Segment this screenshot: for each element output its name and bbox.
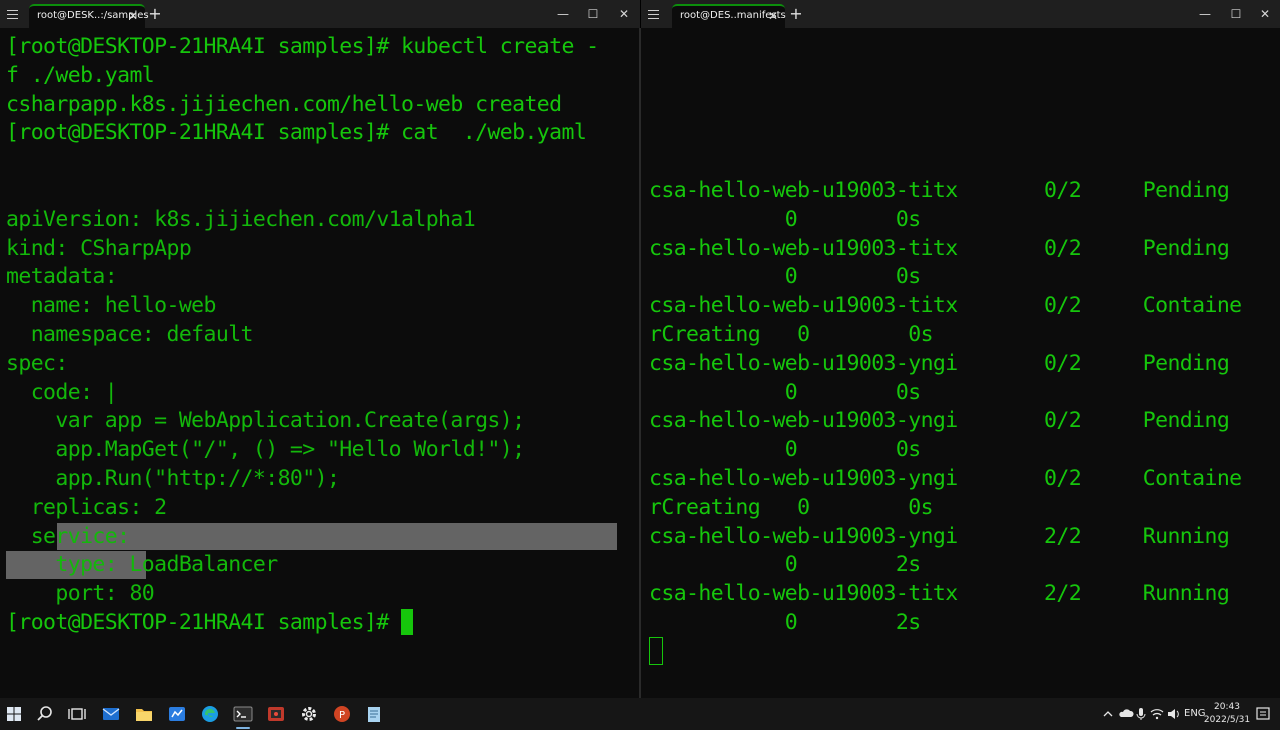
terminal-line-selected: type: LoadBalancer [6,552,278,578]
settings-gear-icon[interactable] [297,702,321,726]
minimize-button[interactable]: — [548,0,578,28]
terminal-line: namespace: default [6,321,254,347]
terminal-line: code: | [6,379,118,405]
terminal-line: csa-hello-web-u19003-titx 0/2 Pending [649,178,1230,203]
terminal-line: rCreating 0 0s [649,321,934,347]
file-explorer-icon[interactable] [132,702,156,726]
tab-close-icon[interactable]: ✕ [128,6,138,26]
close-button[interactable]: ✕ [609,0,639,28]
new-tab-button[interactable]: + [145,4,165,24]
terminal-line: f ./web.yaml [6,62,155,88]
terminal-line: spec: [6,350,68,376]
terminal-line: csa-hello-web-u19003-yngi 0/2 Containe [649,465,1242,491]
shell-prompt: [root@DESKTOP-21HRA4I samples]# [6,609,402,635]
terminal-line-selected: service: [6,523,130,549]
speaker-icon[interactable] [1166,698,1182,730]
new-tab-button[interactable]: + [786,4,806,24]
terminal-line: 0 0s [649,264,921,290]
chevron-up-icon[interactable] [1102,698,1114,730]
terminal-line: csa-hello-web-u19003-yngi 0/2 Pending [649,350,1230,376]
terminal-line: [root@DESKTOP-21HRA4I samples]# cat ./we… [6,120,587,146]
clock-date: 2022/5/31 [1203,715,1251,725]
windows-start-icon[interactable] [2,702,26,726]
tab-manifests[interactable]: root@DES..manifests ✕ [672,4,786,28]
terminal-line: port: 80 [6,581,155,607]
terminal-line: 0 2s [649,552,921,578]
clock[interactable]: 20:43 2022/5/31 [1202,701,1252,727]
whiteboard-icon[interactable] [165,702,189,726]
tab-close-icon[interactable]: ✕ [768,6,778,26]
mail-icon[interactable] [99,702,123,726]
tab-samples[interactable]: root@DESK..:/samples ✕ [29,4,149,28]
terminal-line: csharpapp.k8s.jijiechen.com/hello-web cr… [6,91,562,117]
maximize-button[interactable]: ☐ [1221,0,1251,28]
terminal-line: csa-hello-web-u19003-titx 0/2 Containe [649,293,1242,319]
terminal-line: 0 0s [649,379,921,405]
terminal-line: 0 0s [649,437,921,463]
terminal-window-right[interactable]: root@DES..manifests ✕ + — ☐ ✕ csa-hello-… [641,0,1280,698]
terminal-line: csa-hello-web-u19003-yngi 0/2 Pending [649,408,1230,434]
notifications-icon[interactable] [1255,698,1271,730]
title-bar[interactable]: root@DES..manifests ✕ + — ☐ ✕ [641,0,1280,28]
terminal-output[interactable]: csa-hello-web-u19003-titx 0/2 Pending 0 … [649,177,1276,698]
terminal-line: metadata: [6,264,118,290]
obs-recorder-icon[interactable] [264,702,288,726]
search-icon[interactable] [33,702,57,726]
hamburger-menu-icon[interactable] [6,7,20,21]
terminal-output[interactable]: [root@DESKTOP-21HRA4I samples]# kubectl … [6,33,636,698]
minimize-button[interactable]: — [1190,0,1220,28]
terminal-line: csa-hello-web-u19003-titx 0/2 Pending [649,235,1230,261]
terminal-window-left[interactable]: root@DESK..:/samples ✕ + — ☐ ✕ [root@DES… [0,0,640,698]
terminal-line: name: hello-web [6,293,217,319]
terminal-line: rCreating 0 0s [649,494,934,520]
terminal-line: app.MapGet("/", () => "Hello World!"); [6,437,525,463]
task-view-icon[interactable] [65,702,89,726]
terminal-line: [root@DESKTOP-21HRA4I samples]# kubectl … [6,34,599,59]
notepad-icon[interactable] [362,702,386,726]
svg-text:P: P [339,710,345,721]
powerpoint-icon[interactable]: P [330,702,354,726]
terminal-line: 0 0s [649,206,921,232]
microphone-icon[interactable] [1134,698,1148,730]
terminal-line: apiVersion: k8s.jijiechen.com/v1alpha1 [6,206,476,232]
terminal-app-icon[interactable] [231,702,255,729]
text-cursor [401,608,414,635]
onedrive-cloud-icon[interactable] [1118,698,1134,730]
terminal-line: var app = WebApplication.Create(args); [6,408,525,434]
title-bar[interactable]: root@DESK..:/samples ✕ + — ☐ ✕ [0,0,640,28]
hamburger-menu-icon[interactable] [647,7,661,21]
network-icon[interactable] [1149,698,1165,730]
taskbar: P ENG 20:43 2022/5/31 [0,698,1280,730]
terminal-line: csa-hello-web-u19003-yngi 2/2 Running [649,523,1230,549]
text-cursor [649,637,663,665]
close-button[interactable]: ✕ [1250,0,1280,28]
terminal-line: kind: CSharpApp [6,235,192,261]
maximize-button[interactable]: ☐ [578,0,608,28]
edge-browser-icon[interactable] [198,702,222,726]
terminal-prompt-line[interactable]: [root@DESKTOP-21HRA4I samples]# [6,608,636,638]
clock-time: 20:43 [1214,702,1240,712]
terminal-line: replicas: 2 [6,494,167,520]
terminal-line: app.Run("http://*:80"); [6,465,340,491]
terminal-line: csa-hello-web-u19003-titx 2/2 Running [649,581,1230,607]
terminal-line: 0 2s [649,609,921,635]
